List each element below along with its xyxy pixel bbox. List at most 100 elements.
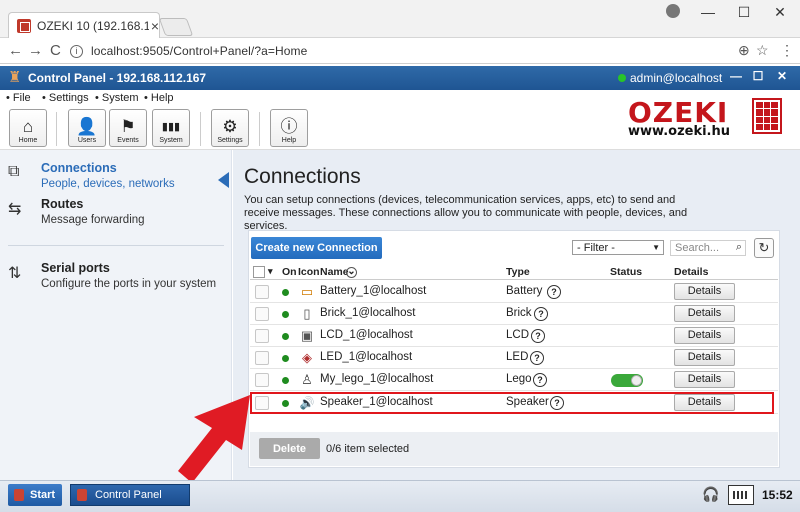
connection-type: Battery xyxy=(506,285,543,297)
window-close-button[interactable]: ✕ xyxy=(760,0,800,24)
logged-in-user[interactable]: admin@localhost xyxy=(630,71,722,85)
reload-icon[interactable]: C xyxy=(50,42,61,59)
row-checkbox[interactable] xyxy=(255,329,269,343)
search-placeholder: Search... xyxy=(675,242,720,254)
row-checkbox[interactable] xyxy=(255,373,269,387)
row-checkbox[interactable] xyxy=(255,307,269,321)
ozeki-logo-icon: ♜ xyxy=(8,69,22,86)
details-button[interactable]: Details xyxy=(674,371,735,388)
translate-icon[interactable]: ⊕ xyxy=(738,42,750,59)
url-field[interactable]: i localhost:9505/Control+Panel/?a=Home xyxy=(70,41,770,61)
help-question-icon[interactable]: ? xyxy=(534,307,548,321)
keyboard-icon[interactable] xyxy=(728,485,754,505)
home-icon: ⌂ xyxy=(22,117,34,136)
address-bar: ← → C i localhost:9505/Control+Panel/?a=… xyxy=(0,38,800,64)
routes-icon: ⇆ xyxy=(8,201,22,218)
search-input[interactable]: Search... ⌕ xyxy=(670,240,746,256)
status-toggle[interactable] xyxy=(611,374,643,387)
gear-icon: ⚙ xyxy=(222,117,238,136)
keypad-logo-icon xyxy=(752,98,782,134)
row-checkbox[interactable] xyxy=(255,285,269,299)
online-indicator-icon xyxy=(282,355,289,362)
headset-icon[interactable]: 🎧 xyxy=(702,486,722,506)
table-row[interactable]: ♙ My_lego_1@localhost Lego ? Details xyxy=(250,369,778,391)
column-status: Status xyxy=(610,266,643,278)
menu-settings[interactable]: • Settings xyxy=(42,92,89,104)
connection-name[interactable]: Battery_1@localhost xyxy=(320,285,426,297)
help-question-icon[interactable]: ? xyxy=(531,329,545,343)
chevron-down-icon: ▼ xyxy=(652,243,660,252)
start-button[interactable]: Start xyxy=(8,484,62,506)
browser-tab[interactable]: OZEKI 10 (192.168.112.16 × xyxy=(8,12,160,38)
menu-help[interactable]: • Help xyxy=(144,92,174,104)
table-row[interactable]: ▣ LCD_1@localhost LCD ? Details xyxy=(250,325,778,347)
online-indicator-icon xyxy=(282,311,289,318)
table-row[interactable]: ▯ Brick_1@localhost Brick ? Details xyxy=(250,303,778,325)
window-minimize-button[interactable]: — xyxy=(688,0,728,24)
tab-close-icon[interactable]: × xyxy=(151,18,159,34)
refresh-button[interactable]: ↻ xyxy=(754,238,774,258)
table-row[interactable]: ◈ LED_1@localhost LED ? Details xyxy=(250,347,778,369)
new-tab-button[interactable] xyxy=(158,18,194,36)
details-button[interactable]: Details xyxy=(674,305,735,322)
sidebar-item-routes[interactable]: ⇆ Routes Message forwarding xyxy=(8,197,228,229)
lego-robot-icon: ♙ xyxy=(301,372,313,387)
app-maximize-button[interactable]: ☐ xyxy=(748,69,768,83)
users-button[interactable]: 👤 Users xyxy=(68,109,106,147)
search-icon[interactable]: ⌕ xyxy=(736,241,742,254)
connection-name[interactable]: LED_1@localhost xyxy=(320,351,412,363)
create-connection-button[interactable]: Create new Connection xyxy=(251,237,382,259)
forward-arrow-icon[interactable]: → xyxy=(28,42,43,59)
home-button[interactable]: ⌂ Home xyxy=(9,109,47,147)
row-checkbox[interactable] xyxy=(255,351,269,365)
column-on: On xyxy=(282,266,297,278)
column-icon: Icon xyxy=(298,266,320,278)
browser-profile-icon[interactable] xyxy=(666,4,680,18)
app-close-button[interactable]: ✕ xyxy=(772,69,792,83)
brick-icon: ▯ xyxy=(303,306,311,321)
menu-file[interactable]: • File xyxy=(6,92,31,104)
help-question-icon[interactable]: ? xyxy=(533,373,547,387)
taskbar-clock: 15:52 xyxy=(762,488,793,502)
details-button[interactable]: Details xyxy=(674,327,735,344)
details-button[interactable]: Details xyxy=(674,283,735,300)
window-maximize-button[interactable]: ☐ xyxy=(724,0,764,24)
back-arrow-icon[interactable]: ← xyxy=(8,42,23,59)
sort-chevron-icon[interactable]: ⌄ xyxy=(346,267,357,278)
select-dropdown-icon[interactable]: ▾ xyxy=(268,266,273,277)
help-button[interactable]: ⓘ Help xyxy=(270,109,308,147)
connection-type: Brick xyxy=(506,307,532,319)
app-minimize-button[interactable]: — xyxy=(726,69,746,83)
filter-select[interactable]: - Filter - ▼ xyxy=(572,240,664,255)
column-name[interactable]: Name xyxy=(320,266,349,278)
settings-button[interactable]: ⚙ Settings xyxy=(211,109,249,147)
online-status-icon xyxy=(618,74,626,82)
connection-name[interactable]: LCD_1@localhost xyxy=(320,329,413,341)
sidebar-item-title: Serial ports xyxy=(41,261,110,275)
menu-system[interactable]: • System xyxy=(95,92,139,104)
connection-name[interactable]: My_lego_1@localhost xyxy=(320,373,433,385)
ozeki-app-icon xyxy=(77,489,87,501)
details-button[interactable]: Details xyxy=(674,349,735,366)
browser-menu-icon[interactable]: ⋮ xyxy=(780,42,794,59)
connection-name[interactable]: Brick_1@localhost xyxy=(320,307,415,319)
flag-icon: ⚑ xyxy=(120,117,136,136)
taskbar-control-panel[interactable]: Control Panel xyxy=(70,484,190,506)
help-question-icon[interactable]: ? xyxy=(530,351,544,365)
sidebar-item-connections[interactable]: ⧉ Connections People, devices, networks xyxy=(8,161,228,193)
page-title: Connections xyxy=(244,165,361,188)
toolbar-separator xyxy=(259,112,260,146)
help-question-icon[interactable]: ? xyxy=(547,285,561,299)
system-button-label: System xyxy=(159,137,183,144)
events-button[interactable]: ⚑ Events xyxy=(109,109,147,147)
sidebar-item-serial-ports[interactable]: ⇅ Serial ports Configure the ports in yo… xyxy=(8,261,228,293)
column-type: Type xyxy=(506,266,530,278)
sidebar-item-title: Connections xyxy=(41,161,117,175)
system-button[interactable]: ▮▮▮ System xyxy=(152,109,190,147)
ozeki-brand-logo[interactable]: OZEKI www.ozeki.hu xyxy=(628,96,783,142)
table-row[interactable]: ▭ Battery_1@localhost Battery ? Details xyxy=(250,281,778,303)
filter-value: - Filter - xyxy=(577,241,615,254)
site-info-icon[interactable]: i xyxy=(70,44,83,58)
table-header: ▾ On Icon Name ⌄ Type Status Details xyxy=(250,265,778,280)
bookmark-star-icon[interactable]: ☆ xyxy=(756,42,769,59)
